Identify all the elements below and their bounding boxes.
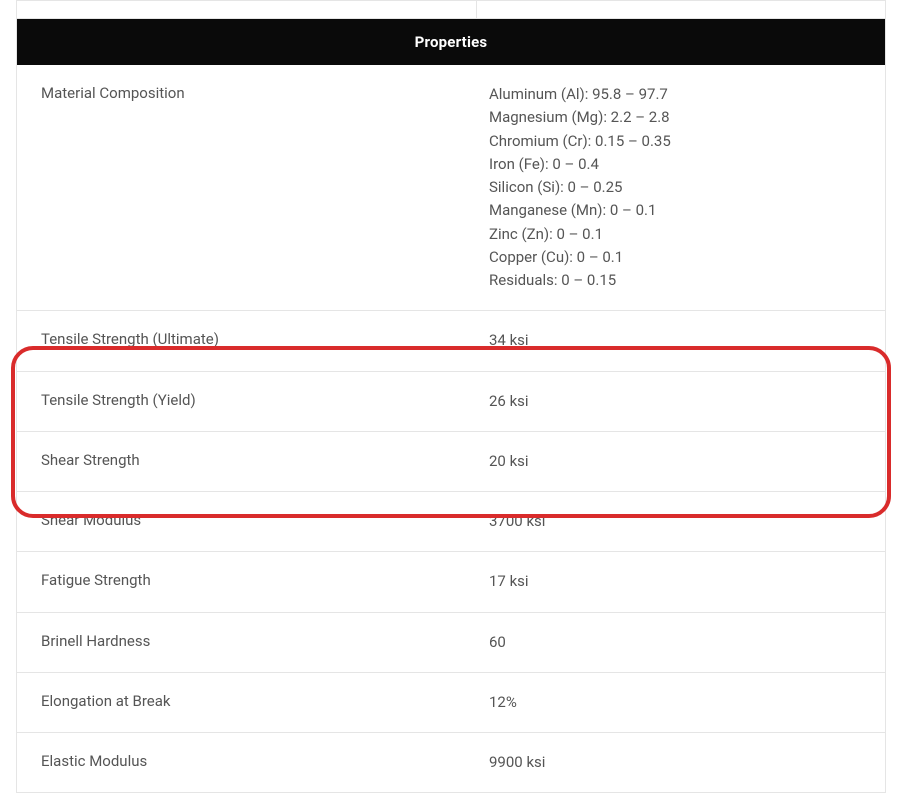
property-value: 12% [477, 673, 885, 732]
header-text: Properties [415, 33, 488, 51]
property-label: Tensile Strength (Yield) [17, 372, 477, 429]
property-label: Elongation at Break [17, 673, 477, 730]
property-label: Fatigue Strength [17, 552, 477, 609]
property-value: 26 ksi [477, 372, 885, 431]
property-label: Elastic Modulus [17, 733, 477, 790]
property-label: Shear Modulus [17, 492, 477, 549]
property-value: 9900 ksi [477, 733, 885, 792]
properties-table: Properties Material Composition Aluminum… [16, 0, 886, 793]
property-value: 17 ksi [477, 552, 885, 611]
property-value: Aluminum (Al): 95.8 – 97.7 Magnesium (Mg… [477, 65, 885, 310]
table-body: Material Composition Aluminum (Al): 95.8… [17, 65, 885, 792]
table-top-row [17, 1, 885, 19]
table-row: Material Composition Aluminum (Al): 95.8… [17, 65, 885, 310]
table-row: Elastic Modulus 9900 ksi [17, 732, 885, 792]
table-row: Tensile Strength (Ultimate) 34 ksi [17, 310, 885, 370]
property-value: 34 ksi [477, 311, 885, 370]
property-value: 3700 ksi [477, 492, 885, 551]
property-label: Shear Strength [17, 432, 477, 489]
property-label: Material Composition [17, 65, 477, 122]
table-row: Shear Strength 20 ksi [17, 431, 885, 491]
table-row: Elongation at Break 12% [17, 672, 885, 732]
property-value: 60 [477, 613, 885, 672]
table-row: Tensile Strength (Yield) 26 ksi [17, 371, 885, 431]
table-row: Fatigue Strength 17 ksi [17, 551, 885, 611]
property-label: Brinell Hardness [17, 613, 477, 670]
property-value: 20 ksi [477, 432, 885, 491]
table-row: Brinell Hardness 60 [17, 612, 885, 672]
property-label: Tensile Strength (Ultimate) [17, 311, 477, 368]
table-row: Shear Modulus 3700 ksi [17, 491, 885, 551]
table-header: Properties [17, 19, 885, 65]
